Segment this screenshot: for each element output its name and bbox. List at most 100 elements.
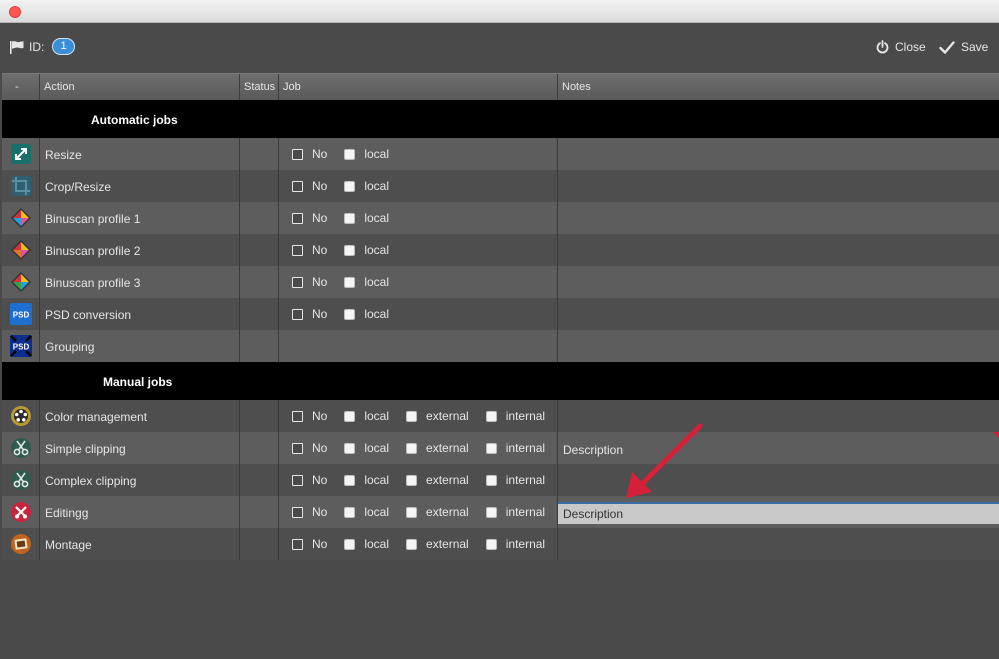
checkbox-label: No (312, 441, 328, 455)
table-row[interactable]: Montage No local external internal (2, 528, 999, 560)
checkbox-label: external (426, 537, 469, 551)
notes-cell[interactable] (558, 138, 999, 170)
save-button[interactable]: Save (939, 37, 988, 57)
checkbox-local[interactable] (344, 538, 356, 550)
table-row[interactable]: PSD PSD conversion No local (2, 298, 999, 330)
column-header-status[interactable]: Status (240, 74, 279, 101)
checkbox-local[interactable] (344, 244, 356, 256)
close-button-label: Close (895, 40, 926, 54)
status-cell (240, 170, 279, 202)
checkbox-label: local (364, 409, 390, 423)
job-cell (279, 330, 558, 362)
svg-text:PSD: PSD (13, 343, 30, 352)
checkbox-external[interactable] (406, 538, 418, 550)
checkbox-external[interactable] (406, 474, 418, 486)
checkbox-no[interactable] (292, 148, 303, 160)
checkbox-label: No (312, 409, 328, 423)
table-row[interactable]: Editingg No local external internal Descrip… (2, 496, 999, 528)
checkbox-label: local (364, 211, 390, 225)
notes-cell[interactable] (558, 266, 999, 298)
group-row-automatic: Automatic jobs (2, 100, 999, 138)
checkbox-local[interactable] (344, 506, 356, 518)
notes-cell[interactable] (558, 234, 999, 266)
checkbox-local[interactable] (344, 276, 356, 288)
table-row[interactable]: Binuscan profile 1 No local (2, 202, 999, 234)
checkbox-no[interactable] (292, 180, 303, 192)
checkbox-label: local (364, 179, 390, 193)
checkbox-internal[interactable] (485, 442, 497, 454)
checkbox-label: internal (505, 441, 546, 455)
table-row[interactable]: PSD Grouping (2, 330, 999, 362)
notes-cell[interactable] (558, 400, 999, 432)
scissors-icon (11, 470, 31, 490)
svg-text:PSD: PSD (13, 311, 30, 320)
notes-cell[interactable] (558, 464, 999, 496)
checkbox-no[interactable] (292, 276, 303, 288)
notes-cell[interactable] (558, 202, 999, 234)
column-header-action[interactable]: Action (40, 74, 240, 101)
jobs-table: - Action Status Job Notes Automatic jobs… (2, 73, 999, 560)
checkbox-local[interactable] (344, 308, 356, 320)
table-row[interactable]: Crop/Resize No local (2, 170, 999, 202)
action-label: Binuscan profile 3 (45, 276, 141, 290)
table-row[interactable]: Simple clipping No local external internal … (2, 432, 999, 464)
column-header-job[interactable]: Job (279, 74, 558, 101)
table-row[interactable]: Binuscan profile 2 No local (2, 234, 999, 266)
notes-input[interactable]: Description (558, 502, 999, 524)
toolbar: ID: 1 Close Save (0, 23, 999, 73)
checkbox-label: local (364, 505, 390, 519)
checkbox-label: internal (505, 409, 546, 423)
status-cell (240, 432, 279, 464)
checkbox-local[interactable] (344, 148, 356, 160)
checkbox-label: No (312, 179, 328, 193)
checkbox-no[interactable] (292, 506, 303, 518)
window-close-button[interactable] (9, 6, 21, 18)
notes-cell[interactable] (558, 298, 999, 330)
table-row[interactable]: Color management No local external internal (2, 400, 999, 432)
checkbox-internal[interactable] (485, 474, 497, 486)
table-row[interactable]: Binuscan profile 3 No local (2, 266, 999, 298)
checkbox-local[interactable] (344, 410, 356, 422)
close-button[interactable]: Close (876, 37, 926, 57)
crop-icon (11, 176, 31, 196)
notes-cell[interactable]: Description (558, 496, 999, 528)
id-badge: 1 (52, 38, 75, 55)
checkbox-label: internal (505, 473, 546, 487)
checkbox-external[interactable] (406, 410, 418, 422)
checkbox-no[interactable] (292, 410, 303, 422)
checkbox-no[interactable] (292, 244, 303, 256)
checkbox-no[interactable] (292, 474, 303, 486)
checkbox-internal[interactable] (485, 538, 497, 550)
checkbox-local[interactable] (344, 442, 356, 454)
checkbox-local[interactable] (344, 180, 356, 192)
notes-cell[interactable] (558, 528, 999, 560)
checkbox-label: local (364, 275, 390, 289)
checkbox-internal[interactable] (485, 410, 497, 422)
checkbox-no[interactable] (292, 442, 303, 454)
checkbox-internal[interactable] (485, 506, 497, 518)
notes-cell[interactable]: Description (558, 432, 999, 464)
checkbox-local[interactable] (344, 212, 356, 224)
checkbox-no[interactable] (292, 212, 303, 224)
notes-cell[interactable] (558, 330, 999, 362)
column-header-toggle[interactable]: - (2, 74, 40, 101)
notes-cell[interactable] (558, 170, 999, 202)
checkbox-local[interactable] (344, 474, 356, 486)
column-header-notes[interactable]: Notes (558, 74, 999, 101)
action-label: Color management (45, 410, 148, 424)
status-cell (240, 298, 279, 330)
comment-marker (993, 432, 999, 438)
checkbox-label: No (312, 473, 328, 487)
checkbox-external[interactable] (406, 506, 418, 518)
checkbox-no[interactable] (292, 308, 303, 320)
table-row[interactable]: Complex clipping No local external internal (2, 464, 999, 496)
title-bar (0, 0, 999, 23)
group-label: Manual jobs (103, 375, 173, 389)
checkbox-label: local (364, 537, 390, 551)
action-label: Montage (45, 538, 92, 552)
table-row[interactable]: Resize No local (2, 138, 999, 170)
checkbox-label: No (312, 275, 328, 289)
checkbox-no[interactable] (292, 538, 303, 550)
checkbox-external[interactable] (406, 442, 418, 454)
group-label: Automatic jobs (91, 113, 178, 127)
